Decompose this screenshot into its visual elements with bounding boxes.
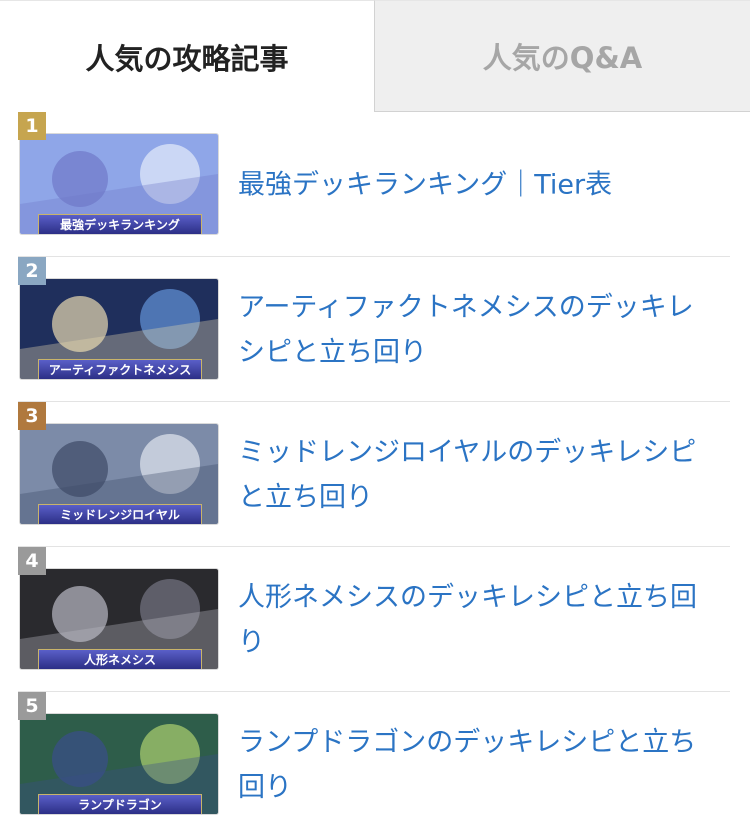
article-title-link[interactable]: ミッドレンジロイヤルのデッキレシピと立ち回り [238,430,718,520]
rank-badge: 5 [18,692,46,720]
article-title-link[interactable]: ランプドラゴンのデッキレシピと立ち回り [238,720,718,810]
tab-bar: 人気の攻略記事 人気のQ&A [0,0,750,112]
article-thumbnail[interactable]: アーティファクトネメシス [20,279,218,379]
article-thumbnail[interactable]: 人形ネメシス [20,569,218,669]
list-item[interactable]: 人形ネメシス 4 人形ネメシスのデッキレシピと立ち回り [18,547,730,692]
article-thumbnail[interactable]: ミッドレンジロイヤル [20,424,218,524]
article-title-link[interactable]: 人形ネメシスのデッキレシピと立ち回り [238,575,718,665]
thumbnail-banner: 最強デッキランキング [38,214,202,234]
list-item[interactable]: ミッドレンジロイヤル 3 ミッドレンジロイヤルのデッキレシピと立ち回り [18,402,730,547]
article-title-link[interactable]: アーティファクトネメシスのデッキレシピと立ち回り [238,285,718,375]
thumbnail-banner: アーティファクトネメシス [38,359,202,379]
thumbnail-banner: 人形ネメシス [38,649,202,669]
rank-badge: 2 [18,257,46,285]
thumbnail-banner: ミッドレンジロイヤル [38,504,202,524]
list-item[interactable]: 最強デッキランキング 1 最強デッキランキング｜Tier表 [18,112,730,257]
list-item[interactable]: アーティファクトネメシス 2 アーティファクトネメシスのデッキレシピと立ち回り [18,257,730,402]
list-item[interactable]: ランプドラゴン 5 ランプドラゴンのデッキレシピと立ち回り [18,692,730,837]
thumbnail-banner: ランプドラゴン [38,794,202,814]
article-thumbnail[interactable]: 最強デッキランキング [20,134,218,234]
article-title-link[interactable]: 最強デッキランキング｜Tier表 [238,162,718,207]
rank-badge: 3 [18,402,46,430]
tab-popular-qa[interactable]: 人気のQ&A [374,0,750,112]
rank-badge: 4 [18,547,46,575]
rank-badge: 1 [18,112,46,140]
tab-popular-articles[interactable]: 人気の攻略記事 [0,0,374,112]
article-thumbnail[interactable]: ランプドラゴン [20,714,218,814]
